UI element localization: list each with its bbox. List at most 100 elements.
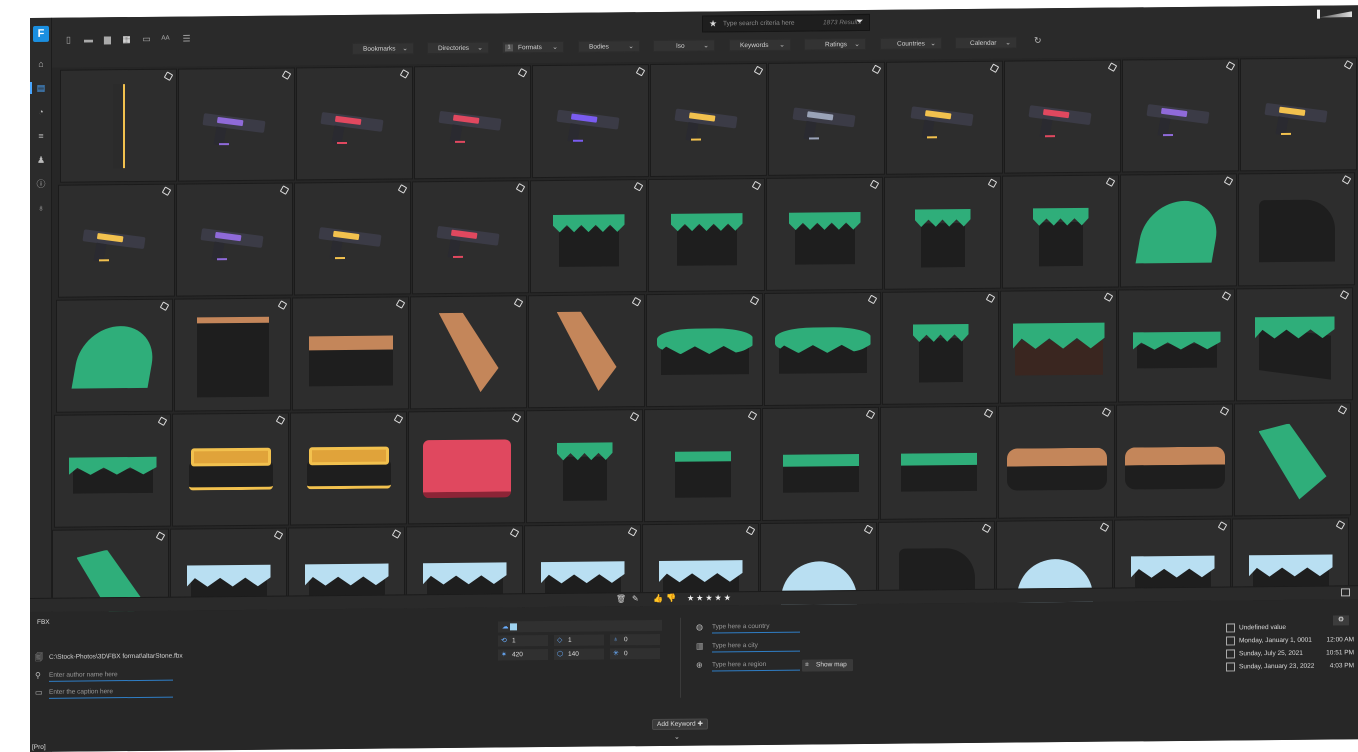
filter-countries[interactable]: Countries ⌄	[880, 37, 942, 50]
cube-icon	[1217, 521, 1228, 531]
cube-icon	[1221, 291, 1232, 301]
author-input[interactable]: Enter author name here	[49, 670, 173, 682]
caption-input[interactable]: Enter the caption here	[49, 687, 173, 699]
asset-thumbnail[interactable]	[880, 405, 997, 520]
grid-view-icon[interactable]: ▦	[120, 34, 133, 45]
pencil-icon[interactable]: ✎	[632, 594, 639, 603]
bookmark-star-icon[interactable]: ★	[709, 18, 717, 29]
asset-thumbnail[interactable]	[174, 297, 291, 412]
refresh-icon[interactable]: ↻	[1034, 35, 1042, 46]
maximize-icon[interactable]	[1341, 588, 1350, 597]
lightbulb-icon[interactable]: ♁	[35, 202, 47, 214]
asset-thumbnail[interactable]	[1236, 287, 1353, 402]
asset-thumbnail[interactable]	[56, 298, 173, 413]
thumbs-up-icon[interactable]: 👍	[653, 594, 663, 603]
filter-calendar[interactable]: Calendar ⌄	[955, 36, 1017, 50]
home-icon[interactable]: ⌂	[35, 58, 47, 70]
cube-icon	[273, 530, 284, 540]
asset-thumbnail[interactable]	[1120, 173, 1237, 288]
stats-icon[interactable]: ◔	[35, 106, 47, 118]
asset-thumbnail[interactable]	[294, 181, 411, 296]
thumbnail-size-slider[interactable]	[1318, 11, 1352, 17]
add-keyword-button[interactable]: Add Keyword ✚	[652, 718, 708, 731]
asset-thumbnail[interactable]	[1116, 403, 1233, 518]
asset-thumbnail[interactable]	[1122, 58, 1239, 173]
asset-thumbnail[interactable]	[172, 412, 289, 527]
preview-view-icon[interactable]: ▆	[101, 34, 114, 45]
asset-thumbnail[interactable]	[644, 407, 761, 523]
asset-thumbnail[interactable]	[54, 413, 171, 528]
asset-thumbnail[interactable]	[1238, 172, 1355, 287]
filter-icon[interactable]: ⏷	[856, 16, 863, 27]
filter-formats[interactable]: 1 Formats ⌄	[502, 40, 564, 54]
cube-icon	[631, 296, 642, 307]
thumbs-down-icon[interactable]: 👎	[666, 594, 676, 603]
asset-thumbnail[interactable]	[176, 182, 293, 297]
filter-iso[interactable]: Iso ⌄	[653, 39, 715, 53]
asset-thumbnail[interactable]	[290, 411, 407, 526]
filter-label: Bookmarks	[363, 45, 396, 53]
asset-thumbnail[interactable]	[58, 183, 175, 298]
info-icon[interactable]: ⓘ	[35, 178, 47, 190]
filter-bookmarks[interactable]: Bookmarks ⌄	[352, 42, 414, 55]
asset-thumbnail[interactable]	[1118, 288, 1235, 403]
asset-thumbnail[interactable]	[526, 409, 643, 524]
rating-stars[interactable]: ★★★★★	[687, 593, 733, 602]
filter-label: Calendar	[970, 39, 997, 47]
asset-thumbnail[interactable]	[998, 404, 1115, 519]
filter-bodies[interactable]: Bodies ⌄	[578, 40, 640, 53]
cube-icon	[1225, 61, 1236, 71]
filter-label: Countries	[897, 40, 925, 48]
chevron-down-icon: ⌄	[552, 43, 558, 51]
asset-thumbnail[interactable]	[1002, 174, 1119, 289]
city-input[interactable]: Type here a city	[712, 641, 800, 653]
asset-thumbnail[interactable]	[650, 62, 767, 178]
filter-directories[interactable]: Directories ⌄	[427, 41, 489, 55]
asset-thumbnail[interactable]	[882, 290, 999, 405]
person-icon[interactable]: ♟	[35, 154, 47, 166]
asset-thumbnail[interactable]	[178, 67, 295, 182]
country-input[interactable]: Type here a country	[712, 622, 800, 634]
asset-thumbnail[interactable]	[530, 179, 647, 294]
asset-thumbnail[interactable]	[766, 176, 883, 291]
asset-thumbnail[interactable]	[764, 291, 881, 406]
list-view-icon[interactable]: ☰	[180, 33, 193, 44]
stat-value: 1	[512, 637, 516, 645]
asset-thumbnail[interactable]	[60, 68, 177, 183]
asset-thumbnail[interactable]	[292, 296, 409, 411]
asset-thumbnail[interactable]	[414, 65, 531, 180]
slideshow-icon[interactable]: ▭	[140, 34, 153, 45]
asset-thumbnail[interactable]	[408, 410, 525, 525]
filter-ratings[interactable]: Ratings ⌄	[804, 37, 866, 51]
asset-thumbnail[interactable]	[886, 60, 1003, 175]
stat-value: 1	[568, 636, 572, 644]
asset-thumbnail[interactable]	[528, 294, 645, 409]
asset-thumbnail[interactable]	[1234, 402, 1351, 517]
show-map-button[interactable]: ⌗ Show map	[802, 659, 853, 672]
filter-keywords[interactable]: Keywords ⌄	[729, 38, 791, 52]
chevron-down-icon[interactable]: ⌄	[674, 733, 680, 741]
library-icon[interactable]: ▤	[35, 82, 47, 94]
search-box[interactable]: ★ Type search criteria here 1873 Results	[702, 13, 870, 33]
file-view-icon[interactable]: ▯	[62, 35, 75, 46]
asset-thumbnail[interactable]	[1004, 59, 1121, 174]
asset-thumbnail[interactable]	[762, 406, 879, 521]
sliders-icon[interactable]: ≡	[35, 130, 47, 142]
asset-thumbnail[interactable]	[1240, 57, 1357, 172]
asset-thumbnail[interactable]	[648, 177, 765, 293]
trash-icon[interactable]: 🗑	[616, 594, 626, 603]
asset-thumbnail[interactable]	[410, 295, 527, 410]
asset-thumbnail[interactable]	[296, 66, 413, 181]
slider-handle[interactable]	[1317, 9, 1320, 19]
single-view-icon[interactable]: ▬	[82, 34, 95, 45]
filter-label: Directories	[438, 44, 470, 53]
asset-thumbnail[interactable]	[412, 180, 529, 295]
asset-thumbnail[interactable]	[532, 64, 649, 179]
font-size-icon[interactable]: ᴬᴬ	[159, 34, 172, 45]
asset-thumbnail[interactable]	[768, 61, 885, 176]
region-input[interactable]: Type here a region	[712, 660, 800, 672]
asset-thumbnail[interactable]	[646, 292, 763, 408]
cube-icon	[753, 65, 764, 76]
asset-thumbnail[interactable]	[884, 175, 1001, 290]
asset-thumbnail[interactable]	[1000, 289, 1117, 404]
